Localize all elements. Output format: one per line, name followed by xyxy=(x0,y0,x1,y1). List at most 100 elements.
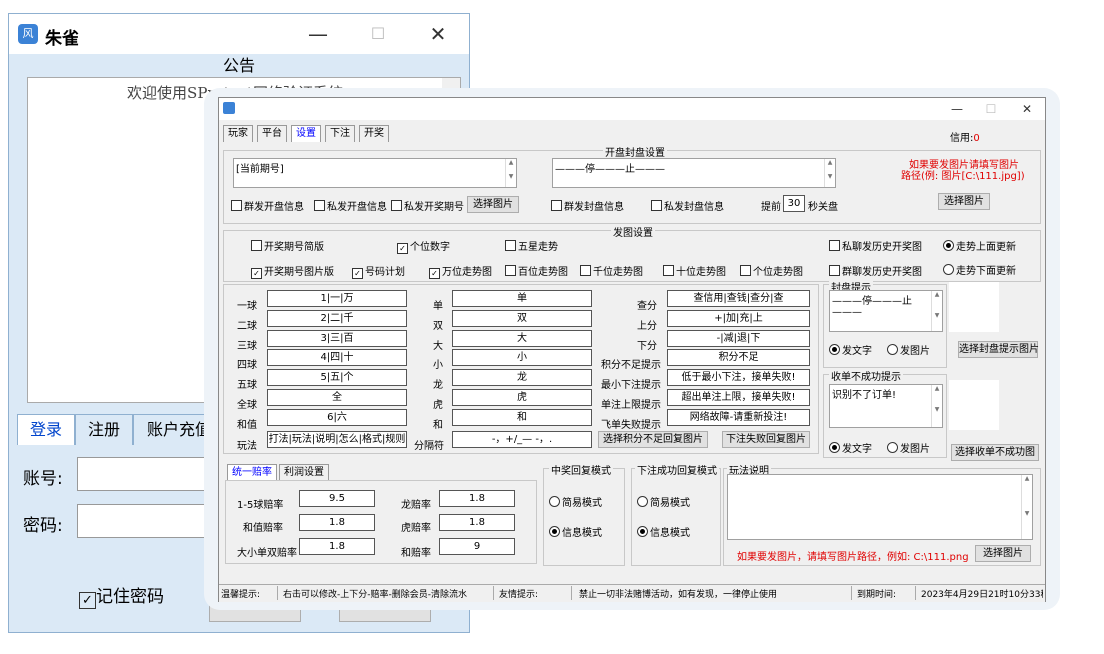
group-send-open-checkbox[interactable]: 群发开盘信息 xyxy=(231,198,304,213)
select-image-button-2[interactable]: 选择图片 xyxy=(938,193,990,210)
select-image-button-1[interactable]: 选择图片 xyxy=(467,196,519,213)
key-input[interactable]: 低于最小下注，接单失败! xyxy=(667,369,810,386)
bet-reply-simple-radio[interactable]: 简易模式 xyxy=(637,494,690,509)
seal-tip-text: ———停———止——— xyxy=(832,296,912,318)
private-send-open-checkbox[interactable]: 私发开盘信息 xyxy=(314,198,387,213)
key-input[interactable]: 全 xyxy=(267,389,407,406)
odds-input[interactable]: 9 xyxy=(439,538,515,555)
checkbox-shi-trend[interactable]: 十位走势图 xyxy=(663,263,726,278)
radio-trend-bottom[interactable]: 走势下面更新 xyxy=(943,262,1016,277)
ahead-seconds-input[interactable]: 30 xyxy=(783,195,805,212)
receipt-fail-image-preview xyxy=(949,380,999,430)
key-input[interactable]: 4|四|十 xyxy=(267,349,407,366)
close-button[interactable]: ✕ xyxy=(421,20,455,48)
key-input[interactable]: 查信用|查钱|查分|查 xyxy=(667,290,810,307)
checkbox-icon xyxy=(551,200,562,211)
key-input[interactable]: 和 xyxy=(452,409,592,426)
play-desc-select-image-button[interactable]: 选择图片 xyxy=(975,545,1031,562)
checkbox-group-history[interactable]: 群聊发历史开奖图 xyxy=(829,263,922,278)
tab-unified-odds[interactable]: 统一赔率 xyxy=(227,464,277,481)
key-input[interactable]: 6|六 xyxy=(267,409,407,426)
key-input[interactable]: 龙 xyxy=(452,369,592,386)
private-send-close-checkbox[interactable]: 私发封盘信息 xyxy=(651,198,724,213)
key-input[interactable]: 打法|玩法|说明|怎么|格式|规则 xyxy=(267,431,407,448)
open-message-input[interactable]: [当前期号] ▲ ▼ xyxy=(233,158,517,188)
key-input[interactable]: 积分不足 xyxy=(667,349,810,366)
key-input[interactable]: -，+/_— -，. xyxy=(452,431,592,448)
key-input[interactable]: +|加|充|上 xyxy=(667,310,810,327)
select-bet-fail-reply-button[interactable]: 下注失败回复图片 xyxy=(722,431,810,448)
seal-tip-scrollbar[interactable]: ▲ ▼ xyxy=(931,291,942,331)
key-input[interactable]: 网络故障-请重新投注! xyxy=(667,409,810,426)
odds-input[interactable]: 1.8 xyxy=(439,490,515,507)
play-desc-scrollbar[interactable]: ▲ ▼ xyxy=(1021,475,1032,539)
receipt-fail-input[interactable]: 识别不了订单! ▲ ▼ xyxy=(829,384,943,428)
select-insufficient-reply-button[interactable]: 选择积分不足回复图片 xyxy=(598,431,708,448)
open-message-scrollbar[interactable]: ▲ ▼ xyxy=(505,159,516,187)
checkbox-bai-trend[interactable]: 百位走势图 xyxy=(505,263,568,278)
tab-register[interactable]: 注册 xyxy=(75,414,133,445)
key-input[interactable]: -|减|退|下 xyxy=(667,330,810,347)
key-input[interactable]: 5|五|个 xyxy=(267,369,407,386)
checkbox-icon xyxy=(651,200,662,211)
app-icon-small xyxy=(223,102,235,114)
tab-draw[interactable]: 开奖 xyxy=(359,125,389,142)
minimize-button-2[interactable]: — xyxy=(945,99,969,119)
select-receipt-fail-image-button[interactable]: 选择收单不成功图 xyxy=(951,444,1039,461)
checkbox-units-digit[interactable]: ✓ 个位数字 xyxy=(397,238,450,254)
key-input[interactable]: 1|一|万 xyxy=(267,290,407,307)
odds-label: 1-5球赔率 xyxy=(237,500,284,511)
checkbox-wan-trend[interactable]: ✓ 万位走势图 xyxy=(429,263,492,279)
checkbox-checked-icon: ✓ xyxy=(429,268,440,279)
receipt-fail-scrollbar[interactable]: ▲ ▼ xyxy=(931,385,942,427)
bet-reply-info-radio[interactable]: 信息模式 xyxy=(637,524,690,539)
close-button-2[interactable]: ✕ xyxy=(1015,99,1039,119)
checkbox-five-star-trend[interactable]: 五星走势 xyxy=(505,238,558,253)
odds-input[interactable]: 1.8 xyxy=(299,538,375,555)
win-reply-info-radio[interactable]: 信息模式 xyxy=(549,524,602,539)
key-label: 最小下注提示 xyxy=(601,380,661,391)
key-input[interactable]: 2|二|千 xyxy=(267,310,407,327)
tab-player[interactable]: 玩家 xyxy=(223,125,253,142)
key-input[interactable]: 大 xyxy=(452,330,592,347)
tab-login[interactable]: 登录 xyxy=(17,414,75,445)
checkbox-ge-trend[interactable]: 个位走势图 xyxy=(740,263,803,278)
remember-password-checkbox[interactable]: ✓ 记住密码 xyxy=(79,582,164,609)
radio-trend-top[interactable]: 走势上面更新 xyxy=(943,238,1016,253)
key-input[interactable]: 虎 xyxy=(452,389,592,406)
seal-send-text-radio[interactable]: 发文字 xyxy=(829,342,872,357)
key-input[interactable]: 单 xyxy=(452,290,592,307)
receipt-send-image-radio[interactable]: 发图片 xyxy=(887,440,930,455)
play-desc-input[interactable]: ▲ ▼ xyxy=(727,474,1033,540)
receipt-send-text-radio[interactable]: 发文字 xyxy=(829,440,872,455)
key-input[interactable]: 3|三|百 xyxy=(267,330,407,347)
expire-value: 2023年4月29日21时10分33秒 xyxy=(921,590,1043,600)
minimize-button[interactable]: — xyxy=(301,20,335,48)
group-send-close-checkbox[interactable]: 群发封盘信息 xyxy=(551,198,624,213)
odds-input[interactable]: 1.8 xyxy=(299,514,375,531)
seal-send-image-radio[interactable]: 发图片 xyxy=(887,342,930,357)
close-message-scrollbar[interactable]: ▲ ▼ xyxy=(824,159,835,187)
key-input[interactable]: 超出单注上限，接单失败! xyxy=(667,389,810,406)
select-seal-tip-image-button[interactable]: 选择封盘提示图片 xyxy=(958,341,1039,358)
win-reply-simple-radio[interactable]: 简易模式 xyxy=(549,494,602,509)
odds-input[interactable]: 1.8 xyxy=(439,514,515,531)
checkbox-qian-trend[interactable]: 千位走势图 xyxy=(580,263,643,278)
tab-platform[interactable]: 平台 xyxy=(257,125,287,142)
key-input[interactable]: 小 xyxy=(452,349,592,366)
checkbox-period-simple[interactable]: 开奖期号简版 xyxy=(251,238,324,253)
close-message-text: ———停———止——— xyxy=(555,164,665,175)
tab-bet[interactable]: 下注 xyxy=(325,125,355,142)
account-label: 账号: xyxy=(23,469,63,489)
close-message-input[interactable]: ———停———止——— ▲ ▼ xyxy=(552,158,836,188)
chart-settings-title: 发图设置 xyxy=(611,224,655,239)
checkbox-private-history[interactable]: 私聊发历史开奖图 xyxy=(829,238,922,253)
checkbox-period-image[interactable]: ✓ 开奖期号图片版 xyxy=(251,263,334,279)
private-send-period-checkbox[interactable]: 私发开奖期号 xyxy=(391,198,464,213)
tab-profit-settings[interactable]: 利润设置 xyxy=(279,464,329,481)
odds-input[interactable]: 9.5 xyxy=(299,490,375,507)
checkbox-number-plan[interactable]: ✓ 号码计划 xyxy=(352,263,405,279)
tab-settings[interactable]: 设置 xyxy=(291,125,321,142)
key-input[interactable]: 双 xyxy=(452,310,592,327)
seal-tip-input[interactable]: ———停———止——— ▲ ▼ xyxy=(829,290,943,332)
